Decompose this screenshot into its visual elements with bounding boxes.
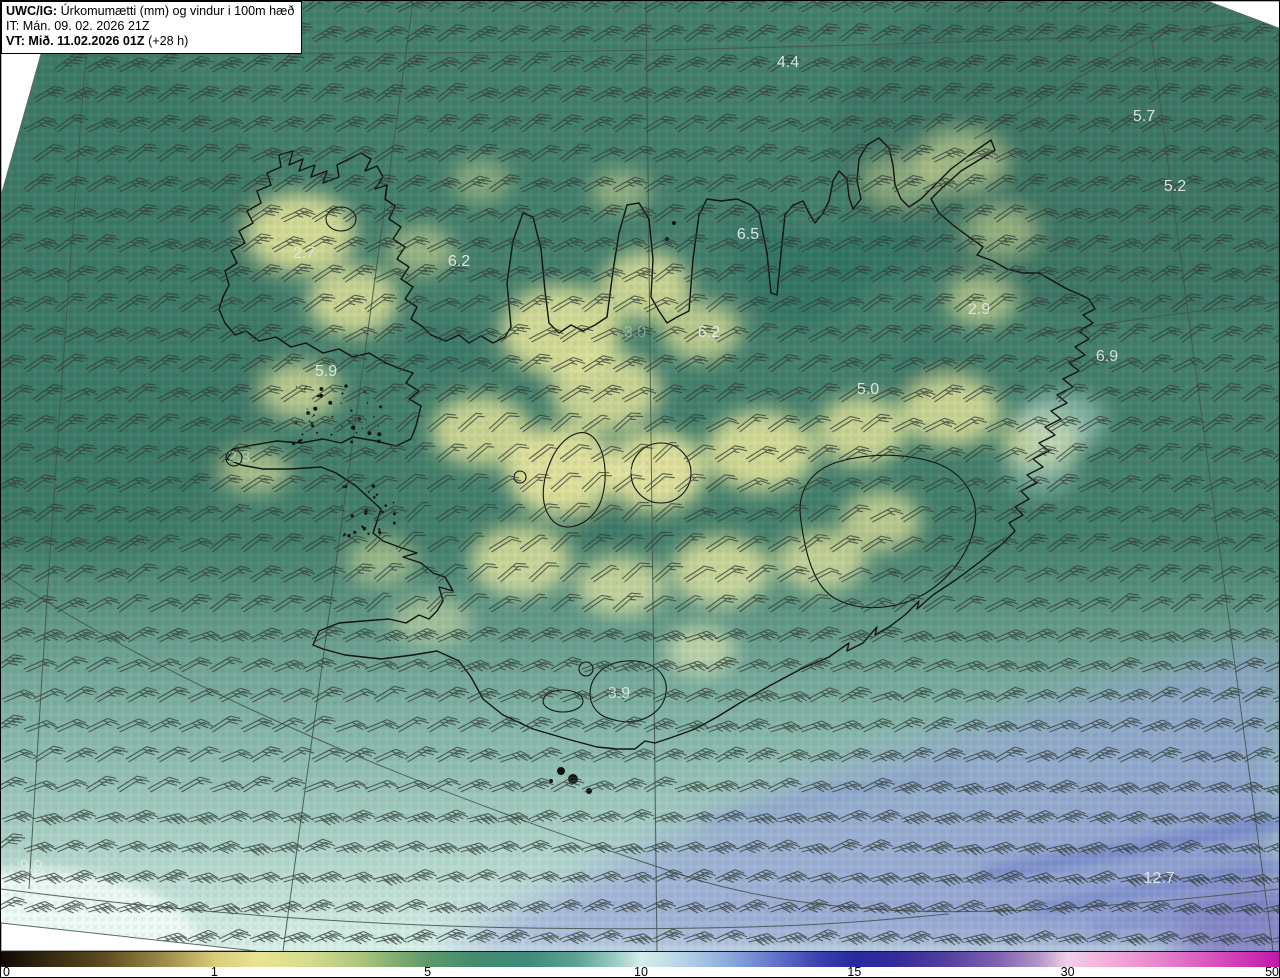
weather-forecast-screenshot: 4.4 5.7 5.2 2.7 6.2 6.5 6.2 2.9 6.9 5.0 5.9 3.0 3.4 2… bbox=[0, 0, 1280, 978]
islet-dot bbox=[384, 504, 387, 507]
contour-label: 4.4 bbox=[777, 54, 799, 71]
contour-label: 5.2 bbox=[1164, 178, 1186, 195]
islet-dot bbox=[301, 433, 304, 436]
island-heimaey bbox=[557, 767, 565, 775]
colorbar-tick: 0 bbox=[3, 965, 10, 978]
contour-label: 3.4 bbox=[624, 461, 646, 478]
title-line-product: UWC/IG: Úrkomumætti (mm) og vindur i 100… bbox=[6, 4, 295, 18]
islet-dot bbox=[366, 401, 369, 404]
islet-dot bbox=[373, 416, 375, 418]
islet-dot bbox=[367, 532, 370, 535]
islet-dot bbox=[315, 431, 318, 434]
islet-dot bbox=[347, 533, 351, 538]
islet-dot bbox=[375, 519, 377, 521]
islet-dot bbox=[319, 386, 324, 391]
islet-dot bbox=[373, 496, 376, 499]
islet-dot bbox=[361, 525, 364, 528]
contour-label: 9.9 bbox=[20, 858, 42, 875]
islet-dot bbox=[295, 386, 298, 388]
title-line-valid: VT: Mið. 11.02.2026 01Z (+28 h) bbox=[6, 34, 189, 48]
islet-dot bbox=[344, 384, 348, 388]
islet-dot bbox=[331, 415, 334, 418]
islet-dot bbox=[342, 534, 345, 537]
islet-dot bbox=[361, 427, 364, 429]
colorbar-tick: 5 bbox=[424, 965, 432, 978]
islet-dot bbox=[313, 406, 318, 411]
islet-dot bbox=[330, 433, 333, 436]
colorbar-tick: 50 bbox=[1265, 965, 1279, 978]
islet-dot bbox=[308, 420, 311, 423]
islet-dot bbox=[378, 528, 381, 531]
contour-label: 5.0 bbox=[857, 381, 879, 398]
islet-dot bbox=[393, 501, 395, 503]
islet-dot bbox=[378, 425, 380, 427]
islet-dot bbox=[353, 530, 357, 534]
contour-label: 6.2 bbox=[698, 324, 720, 341]
forecast-title-box: UWC/IG: Úrkomumætti (mm) og vindur i 100… bbox=[1, 1, 303, 54]
islet-dot bbox=[291, 441, 296, 446]
islet-dot bbox=[313, 414, 315, 417]
colorbar-tick: 10 bbox=[634, 965, 648, 978]
islet-dot bbox=[306, 411, 310, 415]
islet-dot bbox=[393, 512, 396, 516]
islet-dot bbox=[340, 402, 342, 404]
contour-label: 3.0 bbox=[624, 324, 646, 341]
contour-label: 6.2 bbox=[448, 253, 470, 270]
islet-dot bbox=[377, 432, 382, 437]
contour-label: 2.9 bbox=[968, 301, 990, 318]
islet-dot bbox=[377, 439, 381, 444]
islet-dot bbox=[306, 408, 308, 410]
colorbar-tick: 1 bbox=[210, 965, 218, 978]
islet-dot bbox=[351, 425, 356, 430]
islet-dot bbox=[341, 425, 343, 427]
island bbox=[672, 221, 676, 225]
islet-dot bbox=[297, 439, 302, 443]
islet-dot bbox=[392, 521, 396, 525]
contour-label: 6.9 bbox=[1096, 348, 1118, 365]
precip-wind-map: 4.4 5.7 5.2 2.7 6.2 6.5 6.2 2.9 6.9 5.0 5.9 3.0 3.4 2… bbox=[1, 1, 1279, 951]
title-line-init: IT: Mán. 09. 02. 2026 21Z bbox=[6, 19, 150, 33]
map-area: 4.4 5.7 5.2 2.7 6.2 6.5 6.2 2.9 6.9 5.0 5.9 3.0 3.4 2… bbox=[1, 1, 1279, 951]
colorbar-tick: 30 bbox=[1060, 965, 1075, 978]
contour-label: 5.7 bbox=[1133, 108, 1155, 125]
islet-dot bbox=[328, 400, 333, 405]
islet-dot bbox=[341, 392, 344, 395]
contour-label: 12.7 bbox=[1143, 870, 1174, 887]
contour-label: 8.7 bbox=[198, 911, 220, 928]
islet-dot bbox=[355, 431, 358, 434]
islet-dot bbox=[375, 493, 378, 496]
colorbar-tick: 15 bbox=[847, 965, 862, 978]
islet-dot bbox=[350, 409, 353, 412]
islet-dot bbox=[379, 405, 383, 409]
contour-label: 2.7 bbox=[293, 245, 315, 262]
contour-label: 5.9 bbox=[315, 363, 337, 380]
islet-dot bbox=[350, 440, 354, 444]
contour-label: 3.9 bbox=[608, 685, 630, 702]
model-name: UWC/IG: bbox=[6, 4, 58, 18]
contour-label: 2.3 bbox=[228, 449, 250, 466]
contour-label: 6.5 bbox=[737, 226, 759, 243]
islet-dot bbox=[312, 415, 314, 418]
colorbar-tick-labels: 0 1 5 10 15 30 50 bbox=[1, 965, 1279, 978]
islet-dot bbox=[341, 505, 343, 507]
